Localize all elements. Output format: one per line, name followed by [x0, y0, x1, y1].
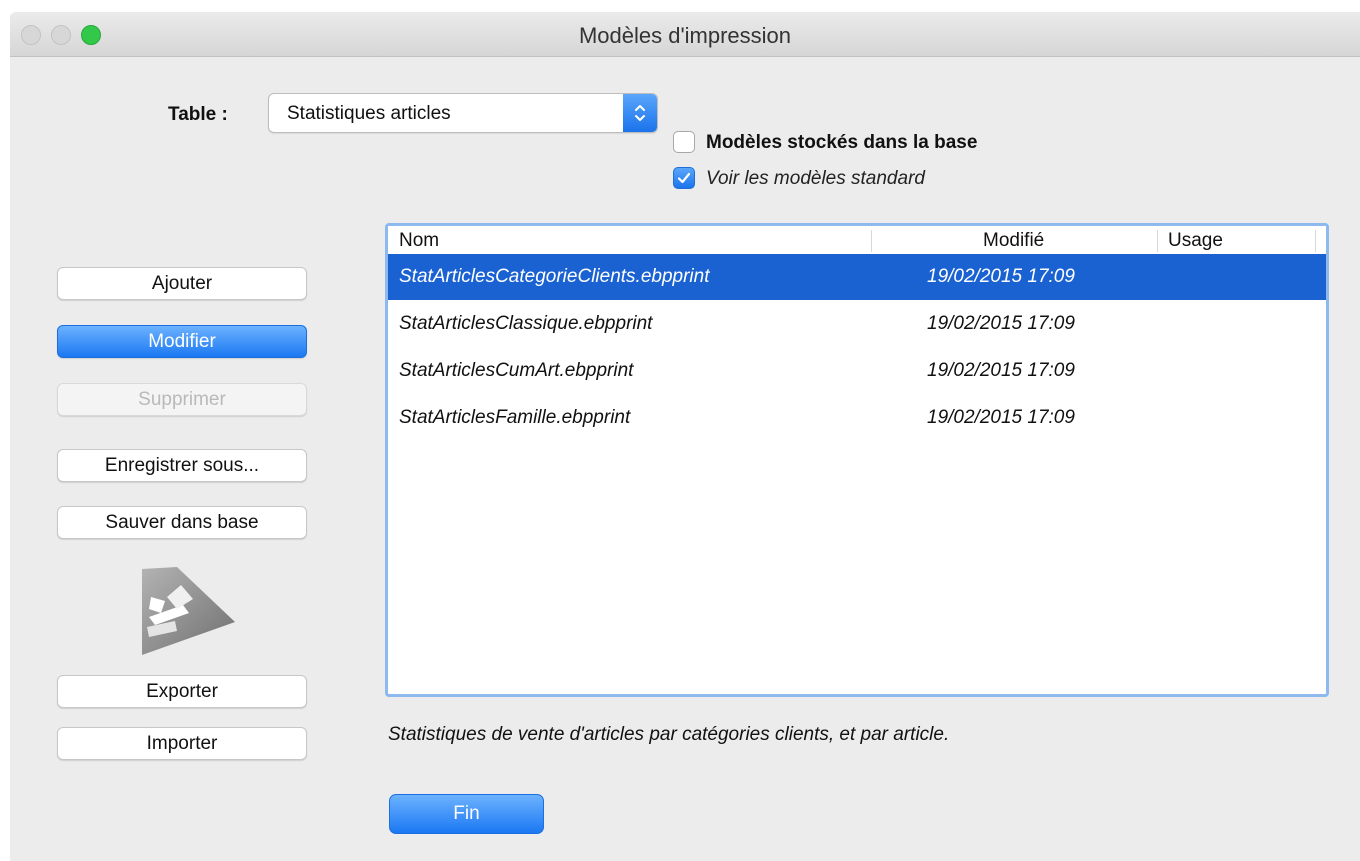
delete-button[interactable]: Supprimer — [57, 383, 307, 416]
checkmark-icon — [677, 172, 691, 184]
column-separator — [871, 230, 872, 252]
edit-button[interactable]: Modifier — [57, 325, 307, 358]
table-row[interactable]: StatArticlesClassique.ebpprint 19/02/201… — [388, 301, 1326, 347]
table-row[interactable]: StatArticlesFamille.ebpprint 19/02/2015 … — [388, 395, 1326, 441]
export-button[interactable]: Exporter — [57, 675, 307, 708]
column-separator — [1315, 230, 1316, 252]
row-modified: 19/02/2015 17:09 — [927, 266, 1075, 287]
row-modified: 19/02/2015 17:09 — [927, 407, 1075, 428]
row-name: StatArticlesClassique.ebpprint — [399, 313, 653, 334]
table-select[interactable]: Statistiques articles — [268, 93, 658, 133]
template-description: Statistiques de vente d'articles par cat… — [388, 724, 950, 745]
templates-list[interactable]: Nom Modifié Usage StatArticlesCategorieC… — [385, 223, 1329, 697]
save-as-button[interactable]: Enregistrer sous... — [57, 449, 307, 482]
row-modified: 19/02/2015 17:09 — [927, 360, 1075, 381]
table-row[interactable]: StatArticlesCumArt.ebpprint 19/02/2015 1… — [388, 348, 1326, 394]
table-label: Table : — [168, 104, 228, 125]
row-modified: 19/02/2015 17:09 — [927, 313, 1075, 334]
ebp-logo-icon — [137, 567, 237, 662]
import-button[interactable]: Importer — [57, 727, 307, 760]
done-button[interactable]: Fin — [389, 794, 544, 834]
add-button[interactable]: Ajouter — [57, 267, 307, 300]
show-standard-checkbox[interactable] — [673, 167, 695, 189]
table-select-value: Statistiques articles — [287, 103, 451, 124]
print-templates-window: Modèles d'impression Table : Statistique… — [10, 12, 1360, 861]
column-header-usage[interactable]: Usage — [1168, 230, 1223, 252]
column-header-modified[interactable]: Modifié — [983, 230, 1044, 252]
column-separator — [1157, 230, 1158, 252]
show-standard-label: Voir les modèles standard — [706, 168, 925, 189]
column-header-name[interactable]: Nom — [399, 230, 439, 252]
table-row[interactable]: StatArticlesCategorieClients.ebpprint 19… — [388, 254, 1326, 300]
list-header: Nom Modifié Usage — [388, 226, 1326, 257]
select-arrows-icon — [623, 94, 657, 132]
stored-in-db-checkbox[interactable] — [673, 131, 695, 153]
row-name: StatArticlesFamille.ebpprint — [399, 407, 631, 428]
row-name: StatArticlesCategorieClients.ebpprint — [399, 266, 710, 287]
stored-in-db-label: Modèles stockés dans la base — [706, 132, 978, 153]
window-title: Modèles d'impression — [578, 23, 792, 48]
row-name: StatArticlesCumArt.ebpprint — [399, 360, 634, 381]
save-to-db-button[interactable]: Sauver dans base — [57, 506, 307, 539]
title-bar: Modèles d'impression — [10, 12, 1360, 57]
